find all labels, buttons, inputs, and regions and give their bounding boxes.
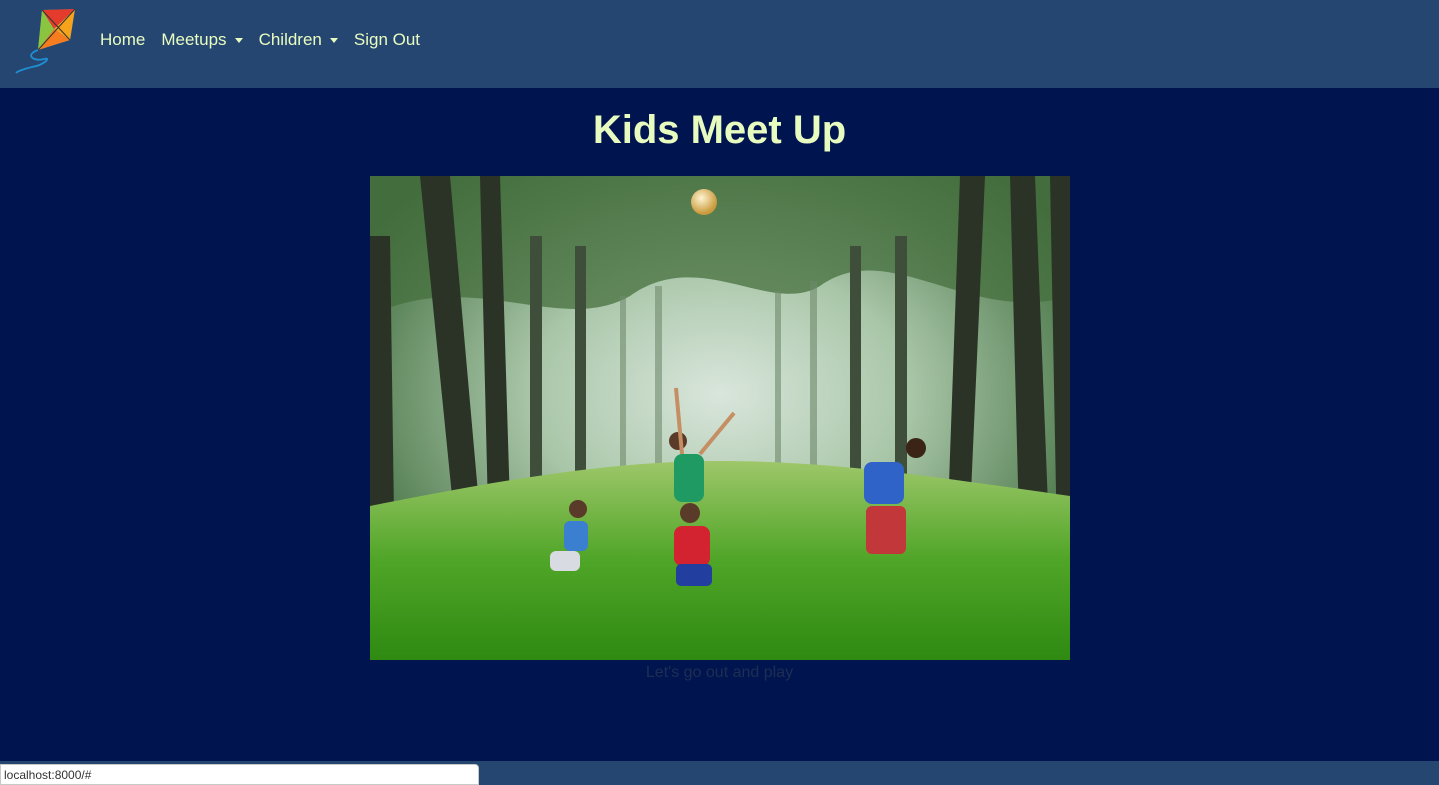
nav-links: Home Meetups Children Sign Out <box>100 30 436 50</box>
brand-logo[interactable] <box>14 7 78 77</box>
hero-caption: Let's go out and play <box>645 664 794 681</box>
page-title: Kids Meet Up <box>592 108 847 152</box>
nav-sign-out[interactable]: Sign Out <box>354 30 420 50</box>
hero-image <box>370 176 1070 660</box>
caret-down-icon <box>234 37 243 43</box>
children-playing-illustration <box>370 176 1070 660</box>
caret-down-icon <box>329 37 338 43</box>
kite-icon <box>15 8 76 74</box>
navbar: Home Meetups Children Sign Out <box>0 0 1439 88</box>
nav-meetups-dropdown[interactable]: Meetups <box>161 30 243 50</box>
nav-children-label: Children <box>258 30 322 49</box>
browser-status-url: localhost:8000/# <box>0 764 479 785</box>
nav-children-dropdown[interactable]: Children <box>259 30 338 50</box>
nav-meetups-label: Meetups <box>161 30 227 49</box>
nav-home[interactable]: Home <box>100 30 145 50</box>
